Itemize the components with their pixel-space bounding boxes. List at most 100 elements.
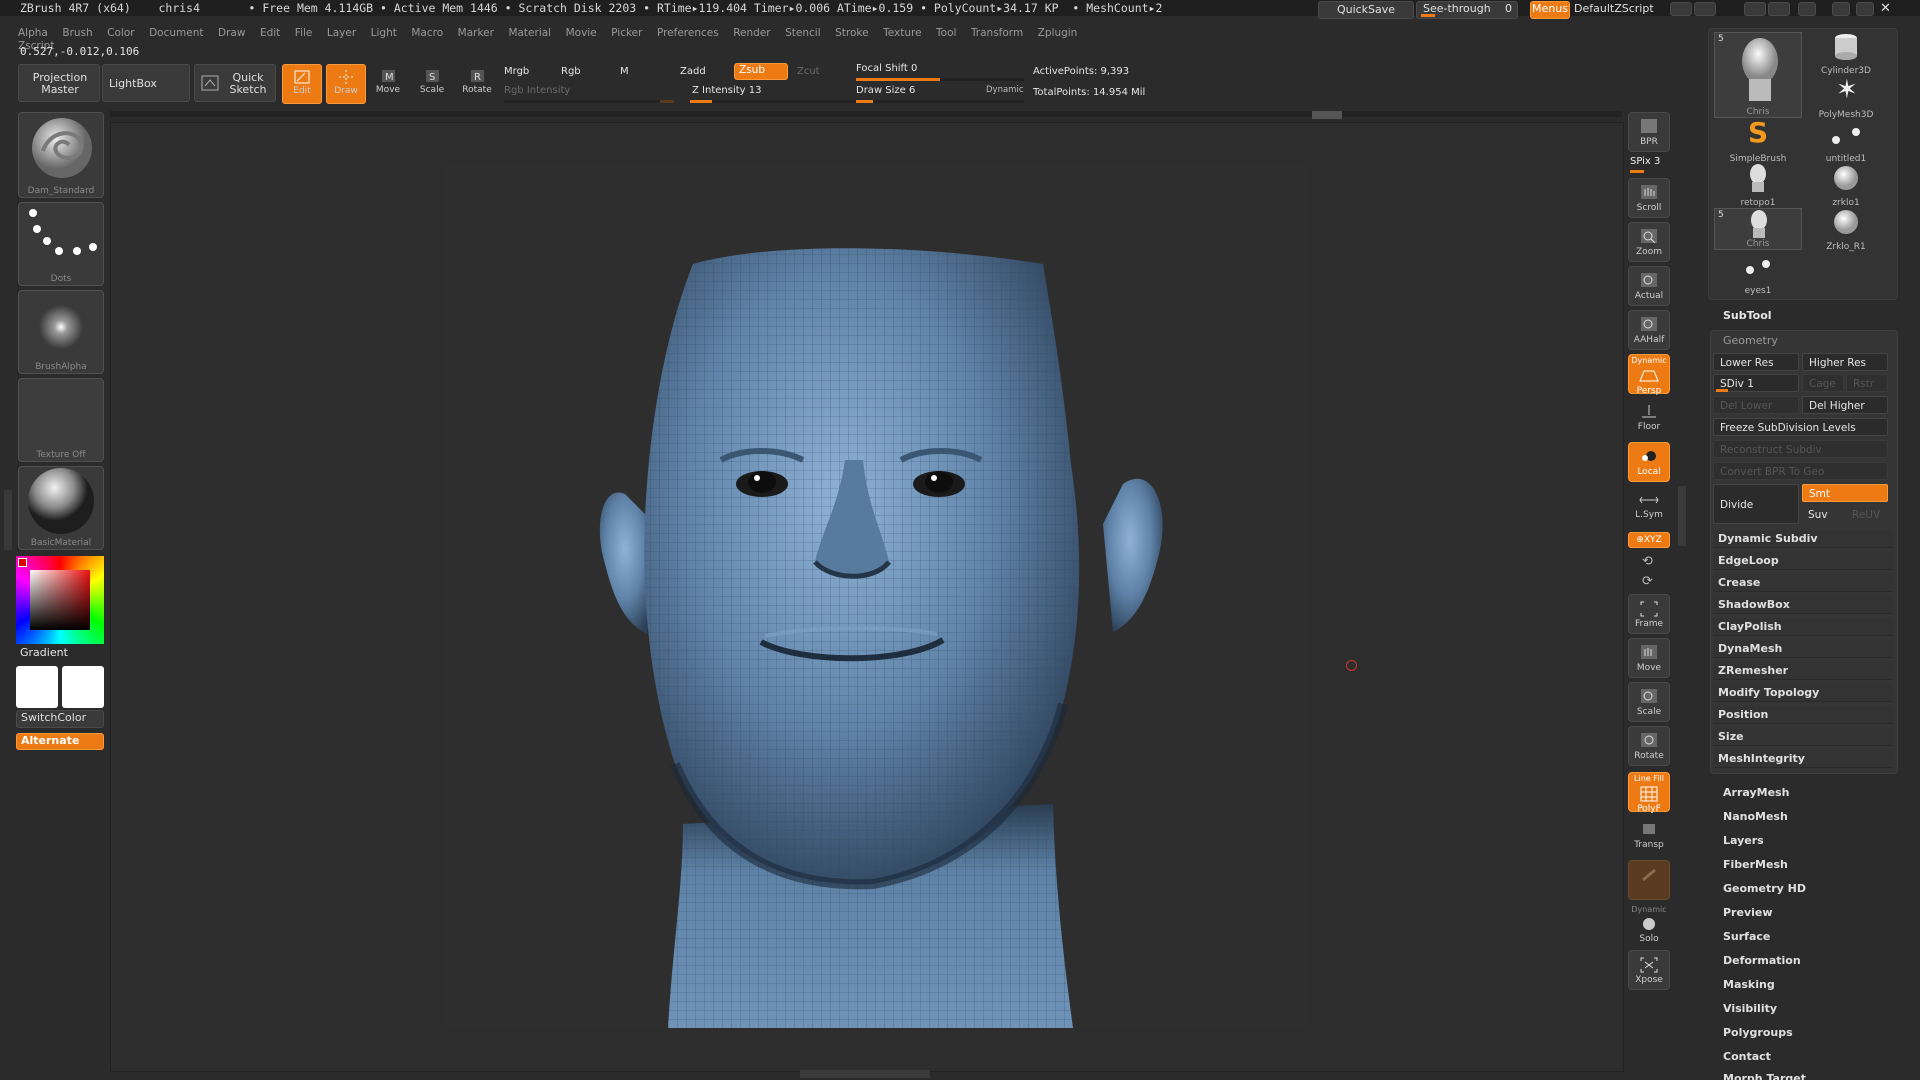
- del-lower-button[interactable]: Del Lower: [1713, 396, 1799, 414]
- solo-button[interactable]: Dynamic Solo: [1628, 904, 1670, 944]
- menu-render[interactable]: Render: [733, 27, 770, 39]
- menu-alpha[interactable]: Alpha: [18, 27, 48, 39]
- draw-button[interactable]: Draw: [326, 64, 366, 104]
- subtool-header[interactable]: SubTool: [1723, 309, 1772, 322]
- secondary-color-swatch[interactable]: [62, 666, 104, 708]
- tool-thumb-chris[interactable]: 5 Chris: [1714, 32, 1802, 118]
- layout-left-icon[interactable]: [1670, 2, 1692, 16]
- menus-button[interactable]: Menus: [1530, 1, 1570, 19]
- divide-button[interactable]: Divide: [1713, 484, 1799, 524]
- menu-zplugin[interactable]: Zplugin: [1038, 27, 1078, 39]
- bottom-tray-handle[interactable]: [800, 1070, 930, 1078]
- zsub-button[interactable]: Zsub: [734, 63, 788, 80]
- morph-target-section[interactable]: Morph Target: [1723, 1072, 1806, 1080]
- menu-macro[interactable]: Macro: [411, 27, 443, 39]
- zremesher-section[interactable]: ZRemesher: [1713, 662, 1893, 680]
- menu-texture[interactable]: Texture: [883, 27, 921, 39]
- floor-button[interactable]: Floor: [1628, 398, 1670, 438]
- lightbox-button[interactable]: LightBox: [102, 64, 190, 102]
- ghost-button[interactable]: [1628, 860, 1670, 900]
- suv-toggle[interactable]: Suv: [1802, 506, 1844, 524]
- layers-section[interactable]: Layers: [1723, 834, 1764, 847]
- smt-toggle[interactable]: Smt: [1802, 484, 1888, 502]
- menu-stroke[interactable]: Stroke: [835, 27, 868, 39]
- document-canvas[interactable]: [443, 164, 1309, 1028]
- minimize-icon[interactable]: [1832, 2, 1850, 16]
- switch-color-button[interactable]: SwitchColor: [16, 710, 104, 728]
- actual-button[interactable]: Actual: [1628, 266, 1670, 306]
- top-scroll-handle[interactable]: [1312, 111, 1342, 119]
- quicksave-button[interactable]: QuickSave: [1318, 1, 1414, 19]
- rotate-z-icon[interactable]: ⟳: [1642, 574, 1653, 589]
- right-tray-handle[interactable]: [1678, 486, 1686, 546]
- main-color-swatch[interactable]: [16, 666, 58, 708]
- geometry-header[interactable]: Geometry: [1723, 334, 1778, 347]
- menu-movie[interactable]: Movie: [566, 27, 597, 39]
- menu-stencil[interactable]: Stencil: [785, 27, 821, 39]
- alternate-button[interactable]: Alternate: [16, 733, 104, 750]
- menu-transform[interactable]: Transform: [971, 27, 1023, 39]
- position-section[interactable]: Position: [1713, 706, 1893, 724]
- rotate-button[interactable]: R Rotate: [456, 64, 498, 104]
- menu-preferences[interactable]: Preferences: [657, 27, 719, 39]
- menu-color[interactable]: Color: [107, 27, 134, 39]
- z-intensity-slider[interactable]: Z Intensity 13: [692, 85, 761, 96]
- rgb-button[interactable]: Rgb: [561, 66, 581, 77]
- move-button[interactable]: M Move: [368, 64, 408, 104]
- m-button[interactable]: M: [620, 66, 629, 77]
- brush-selector[interactable]: Dam_Standard: [18, 112, 104, 198]
- draw-size-slider[interactable]: Draw Size 6: [856, 85, 915, 96]
- bpr-button[interactable]: BPR: [1628, 112, 1670, 152]
- dynamic-subdiv-section[interactable]: Dynamic Subdiv: [1713, 530, 1893, 548]
- move-view-button[interactable]: Move: [1628, 638, 1670, 678]
- meshintegrity-section[interactable]: MeshIntegrity: [1713, 750, 1893, 768]
- polyf-button[interactable]: Line Fill PolyF: [1628, 772, 1670, 814]
- crease-section[interactable]: Crease: [1713, 574, 1893, 592]
- tool-thumb-retopo1[interactable]: retopo1: [1714, 164, 1802, 208]
- visibility-section[interactable]: Visibility: [1723, 1002, 1777, 1015]
- menu-picker[interactable]: Picker: [611, 27, 642, 39]
- zadd-button[interactable]: Zadd: [680, 66, 706, 77]
- rotate-view-button[interactable]: Rotate: [1628, 726, 1670, 766]
- gradient-label[interactable]: Gradient: [20, 646, 68, 659]
- persp-button[interactable]: Dynamic Persp: [1628, 354, 1670, 396]
- surface-section[interactable]: Surface: [1723, 930, 1770, 943]
- reuv-button[interactable]: ReUV: [1846, 506, 1888, 524]
- tool-thumb-chris-2[interactable]: 5 Chris: [1714, 208, 1802, 250]
- edgeloop-section[interactable]: EdgeLoop: [1713, 552, 1893, 570]
- material-selector[interactable]: BasicMaterial: [18, 466, 104, 550]
- menu-file[interactable]: File: [295, 27, 313, 39]
- arraymesh-section[interactable]: ArrayMesh: [1723, 786, 1789, 799]
- deformation-section[interactable]: Deformation: [1723, 954, 1801, 967]
- freeze-subdivision-button[interactable]: Freeze SubDivision Levels: [1713, 418, 1888, 436]
- cage-button[interactable]: Cage: [1802, 374, 1844, 392]
- scale-view-button[interactable]: Scale: [1628, 682, 1670, 722]
- tool-thumb-zrklo-r1[interactable]: Zrklo_R1: [1802, 208, 1890, 252]
- zcut-button[interactable]: Zcut: [797, 66, 820, 77]
- geometry-hd-section[interactable]: Geometry HD: [1723, 882, 1806, 895]
- spix-slider[interactable]: SPix 3: [1630, 156, 1660, 167]
- rstr-button[interactable]: Rstr: [1846, 374, 1888, 392]
- tool-thumb-cylinder3d[interactable]: Cylinder3D: [1802, 32, 1890, 76]
- dynamesh-section[interactable]: DynaMesh: [1713, 640, 1893, 658]
- alpha-selector[interactable]: BrushAlpha: [18, 290, 104, 374]
- tool-thumb-simplebrush[interactable]: S SimpleBrush: [1714, 116, 1802, 164]
- xyz-button[interactable]: ⊕XYZ: [1628, 532, 1670, 548]
- rotate-y-icon[interactable]: ⟲: [1642, 554, 1653, 569]
- fibermesh-section[interactable]: FiberMesh: [1723, 858, 1788, 871]
- focal-shift-slider[interactable]: Focal Shift 0: [856, 63, 917, 74]
- menu-light[interactable]: Light: [371, 27, 397, 39]
- tool-thumb-zrklo1[interactable]: zrklo1: [1802, 164, 1890, 208]
- nanomesh-section[interactable]: NanoMesh: [1723, 810, 1788, 823]
- mrgb-button[interactable]: Mrgb: [504, 66, 529, 77]
- menu-edit[interactable]: Edit: [260, 27, 280, 39]
- higher-res-button[interactable]: Higher Res: [1802, 353, 1888, 371]
- xpose-button[interactable]: Xpose: [1628, 950, 1670, 990]
- stroke-selector[interactable]: Dots: [18, 202, 104, 286]
- tool-thumb-eyes1[interactable]: eyes1: [1714, 252, 1802, 296]
- convert-bpr-button[interactable]: Convert BPR To Geo: [1713, 462, 1888, 480]
- zoom-button[interactable]: Zoom: [1628, 222, 1670, 262]
- scroll-button[interactable]: Scroll: [1628, 178, 1670, 218]
- masking-section[interactable]: Masking: [1723, 978, 1775, 991]
- texture-selector[interactable]: Texture Off: [18, 378, 104, 462]
